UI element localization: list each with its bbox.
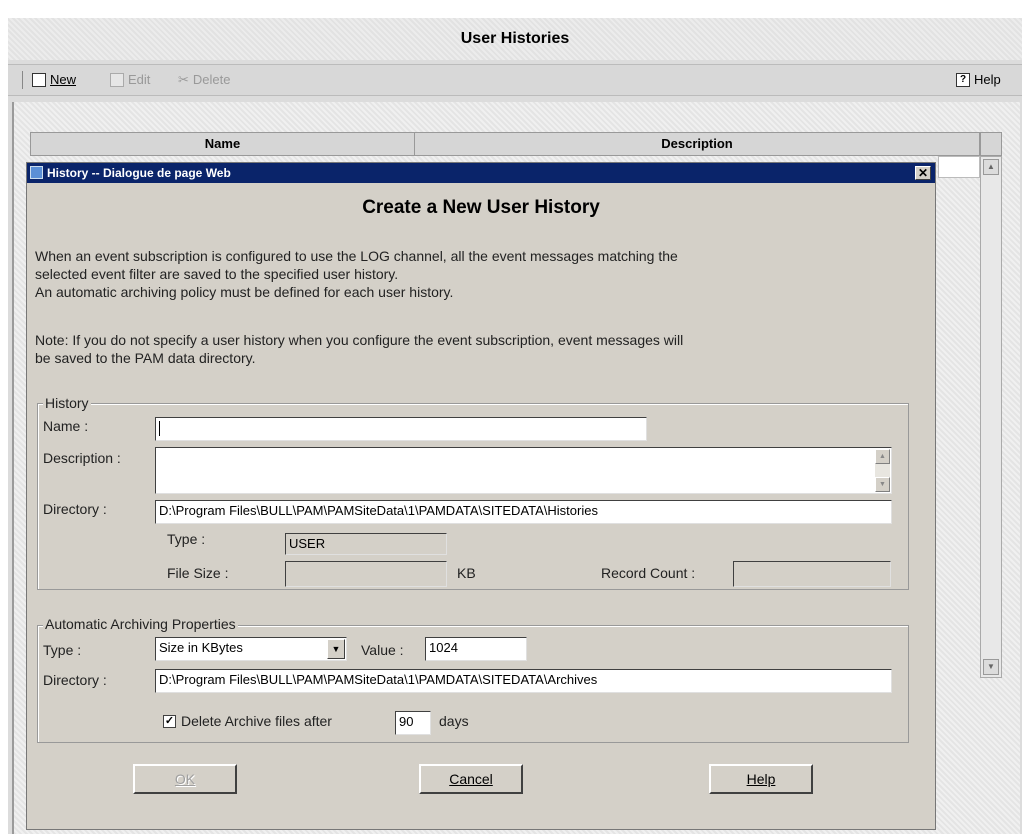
record-count-label: Record Count : (601, 565, 696, 581)
archive-type-select[interactable]: Size in KBytes ▼ (155, 637, 347, 661)
note-line-2: be saved to the PAM data directory. (35, 350, 256, 366)
grid-header: Name Description (30, 132, 980, 156)
description-label: Description : (43, 450, 121, 466)
archive-value-input[interactable]: 1024 (425, 637, 527, 661)
description-textarea[interactable]: ▲ ▼ (155, 447, 892, 494)
new-button[interactable]: New (32, 71, 76, 89)
browser-icon (30, 166, 43, 179)
text-caret (159, 421, 160, 437)
history-legend: History (43, 395, 91, 411)
file-size-field (285, 561, 447, 587)
delete-archive-checkbox[interactable]: ✓ (163, 715, 176, 728)
help-label: Help (974, 72, 1001, 87)
value-label: Value : (361, 642, 404, 658)
grid-scrollbar[interactable]: ▲ ▼ (980, 156, 1002, 678)
ok-button[interactable]: OK (133, 764, 237, 794)
column-header-description[interactable]: Description (415, 133, 979, 155)
intro-line-3: An automatic archiving policy must be de… (35, 284, 454, 300)
intro-line-1: When an event subscription is configured… (35, 248, 678, 264)
intro-line-2: selected event filter are saved to the s… (35, 266, 399, 282)
delete-archive-label: Delete Archive files after (181, 713, 332, 729)
app-title: User Histories (8, 18, 1022, 60)
toolbar: New Edit ✂ Delete ? Help (8, 64, 1022, 96)
directory-label: Directory : (43, 501, 107, 517)
file-size-label: File Size : (167, 565, 229, 581)
delete-label: Delete (192, 72, 231, 87)
delete-days-input[interactable]: 90 (395, 711, 431, 735)
dialog-title: History -- Dialogue de page Web (47, 166, 231, 180)
new-label: New (50, 72, 77, 87)
new-document-icon (32, 73, 46, 87)
table-row[interactable] (938, 156, 980, 178)
close-icon[interactable]: ✕ (915, 166, 931, 180)
dialog-title-bar[interactable]: History -- Dialogue de page Web ✕ (27, 163, 935, 183)
toolbar-separator (22, 71, 23, 89)
chevron-down-icon[interactable]: ▼ (327, 639, 345, 659)
help-toolbar-button[interactable]: ? Help (956, 71, 1001, 89)
dialog-heading: Create a New User History (362, 197, 600, 218)
description-scrollbar[interactable]: ▲ ▼ (875, 449, 890, 492)
record-count-field (733, 561, 891, 587)
intro-text: When an event subscription is configured… (35, 247, 915, 301)
grid-corner (980, 132, 1002, 156)
cancel-button[interactable]: Cancel (419, 764, 523, 794)
help-icon: ? (956, 73, 970, 87)
history-type-field: USER (285, 533, 447, 555)
scroll-down-icon[interactable]: ▼ (983, 659, 999, 675)
edit-icon (110, 73, 124, 87)
archive-type-label: Type : (43, 642, 82, 658)
note-text: Note: If you do not specify a user histo… (35, 331, 915, 367)
history-directory-input[interactable]: D:\Program Files\BULL\PAM\PAMSiteData\1\… (155, 500, 892, 524)
scroll-down-icon[interactable]: ▼ (875, 477, 890, 492)
archiving-legend: Automatic Archiving Properties (43, 616, 238, 632)
archive-directory-input[interactable]: D:\Program Files\BULL\PAM\PAMSiteData\1\… (155, 669, 892, 693)
days-label: days (439, 713, 469, 729)
column-header-name[interactable]: Name (31, 133, 415, 155)
help-button[interactable]: Help (709, 764, 813, 794)
name-label: Name : (43, 418, 89, 434)
scissors-icon: ✂ (178, 72, 189, 87)
note-line-1: Note: If you do not specify a user histo… (35, 332, 684, 348)
edit-button[interactable]: Edit (110, 71, 150, 89)
scroll-up-icon[interactable]: ▲ (983, 159, 999, 175)
file-size-unit: KB (457, 565, 476, 581)
scroll-up-icon[interactable]: ▲ (875, 449, 890, 464)
type-label: Type : (167, 531, 206, 547)
name-input[interactable] (155, 417, 647, 441)
archive-directory-label: Directory : (43, 672, 107, 688)
delete-button[interactable]: ✂ Delete (178, 71, 230, 89)
history-dialog: History -- Dialogue de page Web ✕ Create… (26, 162, 936, 830)
edit-label: Edit (128, 72, 151, 87)
